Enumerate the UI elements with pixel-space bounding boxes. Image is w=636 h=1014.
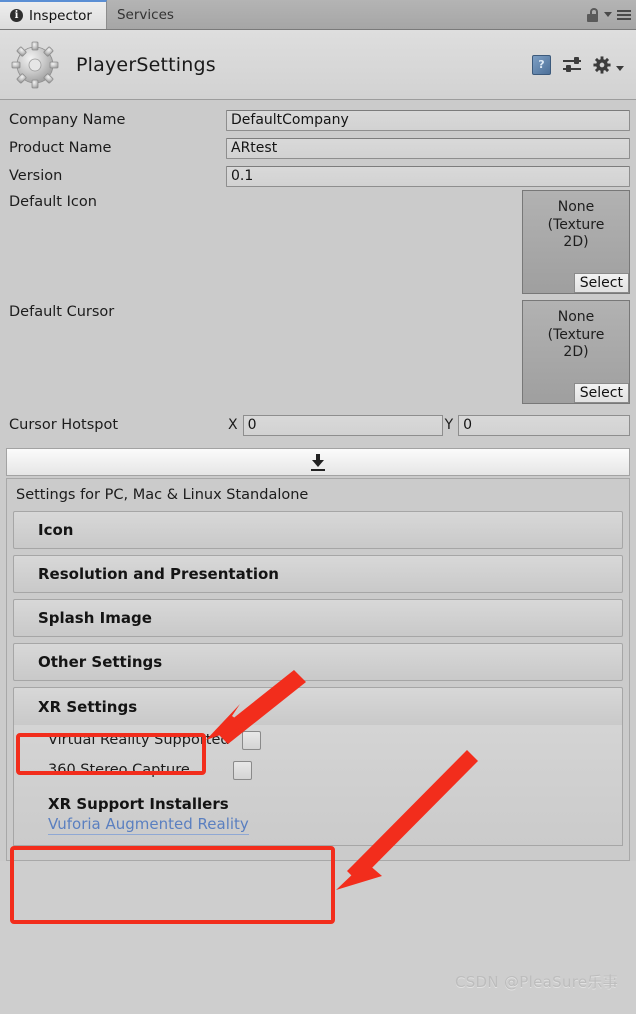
page-title: PlayerSettings: [76, 53, 216, 76]
tab-inspector[interactable]: i Inspector: [0, 0, 107, 29]
default-cursor-value: None (Texture 2D): [547, 309, 605, 360]
product-name-input[interactable]: ARtest: [226, 137, 630, 159]
row-company-name: Company Name DefaultCompany: [4, 106, 632, 134]
default-icon-object-field[interactable]: None (Texture 2D) Select: [522, 190, 630, 294]
foldout-icon[interactable]: Icon: [13, 511, 623, 549]
preset-icon[interactable]: [563, 57, 581, 73]
hotspot-y-input[interactable]: 0: [458, 414, 630, 436]
xr-settings-content: Virtual Reality Supported 360 Stereo Cap…: [13, 725, 623, 846]
cursor-hotspot-label: Cursor Hotspot: [9, 417, 119, 433]
default-cursor-select-button[interactable]: Select: [573, 383, 629, 403]
platform-settings-panel: Settings for PC, Mac & Linux Standalone …: [6, 478, 630, 861]
hotspot-x-input[interactable]: 0: [242, 414, 443, 436]
tab-inspector-label: Inspector: [29, 7, 92, 24]
row-cursor-hotspot: Cursor Hotspot X 0 Y 0: [4, 410, 632, 440]
header-actions: ?: [532, 54, 628, 75]
foldout-resolution-label: Resolution and Presentation: [38, 565, 279, 583]
gear-chevron-down-icon[interactable]: [616, 66, 624, 71]
default-cursor-object-field[interactable]: None (Texture 2D) Select: [522, 300, 630, 404]
vuforia-installer-link[interactable]: Vuforia Augmented Reality: [48, 815, 249, 835]
hotspot-x-label: X: [228, 417, 238, 433]
info-icon: i: [10, 9, 23, 22]
foldout-xr-settings[interactable]: XR Settings: [13, 687, 623, 725]
default-icon-value: None (Texture 2D): [547, 199, 605, 250]
foldout-icon-label: Icon: [38, 521, 74, 539]
xr-support-installers-title: XR Support Installers: [48, 795, 229, 813]
product-name-label: Product Name: [9, 140, 112, 156]
gear-icon: [11, 41, 59, 88]
row-360-stereo-capture: 360 Stereo Capture: [14, 755, 622, 785]
default-cursor-label: Default Cursor: [9, 304, 115, 320]
tab-bar-actions: [587, 0, 636, 29]
foldout-xr-settings-label: XR Settings: [38, 697, 138, 716]
default-icon-select-button[interactable]: Select: [573, 273, 629, 293]
hotspot-y-label: Y: [444, 417, 454, 433]
lock-icon[interactable]: [587, 7, 599, 22]
row-product-name: Product Name ARtest: [4, 134, 632, 162]
stereo-capture-checkbox[interactable]: [232, 760, 252, 780]
foldout-splash-image[interactable]: Splash Image: [13, 599, 623, 637]
row-default-cursor: Default Cursor None (Texture 2D) Select: [4, 300, 632, 410]
inspector-body: Company Name DefaultCompany Product Name…: [0, 100, 636, 861]
version-input[interactable]: 0.1: [226, 165, 630, 187]
company-name-input[interactable]: DefaultCompany: [226, 109, 630, 131]
virtual-reality-supported-label: Virtual Reality Supported: [48, 732, 230, 748]
default-icon-label: Default Icon: [9, 194, 97, 210]
virtual-reality-supported-checkbox[interactable]: [241, 730, 261, 750]
row-default-icon: Default Icon None (Texture 2D) Select: [4, 190, 632, 300]
foldout-resolution-and-presentation[interactable]: Resolution and Presentation: [13, 555, 623, 593]
help-book-icon[interactable]: ?: [532, 54, 551, 75]
platform-install-bar[interactable]: [6, 448, 630, 476]
tab-services-label: Services: [116, 6, 174, 23]
watermark: CSDN @PleaSure乐事: [454, 973, 618, 991]
foldout-other-settings-label: Other Settings: [38, 653, 163, 671]
row-version: Version 0.1: [4, 162, 632, 190]
stereo-capture-label: 360 Stereo Capture: [48, 762, 190, 778]
version-label: Version: [9, 168, 63, 184]
tab-services[interactable]: Services: [107, 0, 188, 29]
chevron-down-icon[interactable]: [604, 12, 612, 17]
row-virtual-reality-supported: Virtual Reality Supported: [14, 725, 622, 755]
hamburger-menu-icon[interactable]: [617, 9, 631, 20]
foldout-other-settings[interactable]: Other Settings: [13, 643, 623, 681]
editor-tab-bar: i Inspector Services: [0, 0, 636, 30]
inspector-header: PlayerSettings ?: [0, 30, 636, 100]
company-name-label: Company Name: [9, 112, 126, 128]
foldout-splash-label: Splash Image: [38, 609, 152, 627]
platform-settings-title: Settings for PC, Mac & Linux Standalone: [16, 487, 309, 503]
settings-gear-icon[interactable]: [593, 55, 611, 74]
download-arrow-icon[interactable]: [311, 453, 325, 471]
